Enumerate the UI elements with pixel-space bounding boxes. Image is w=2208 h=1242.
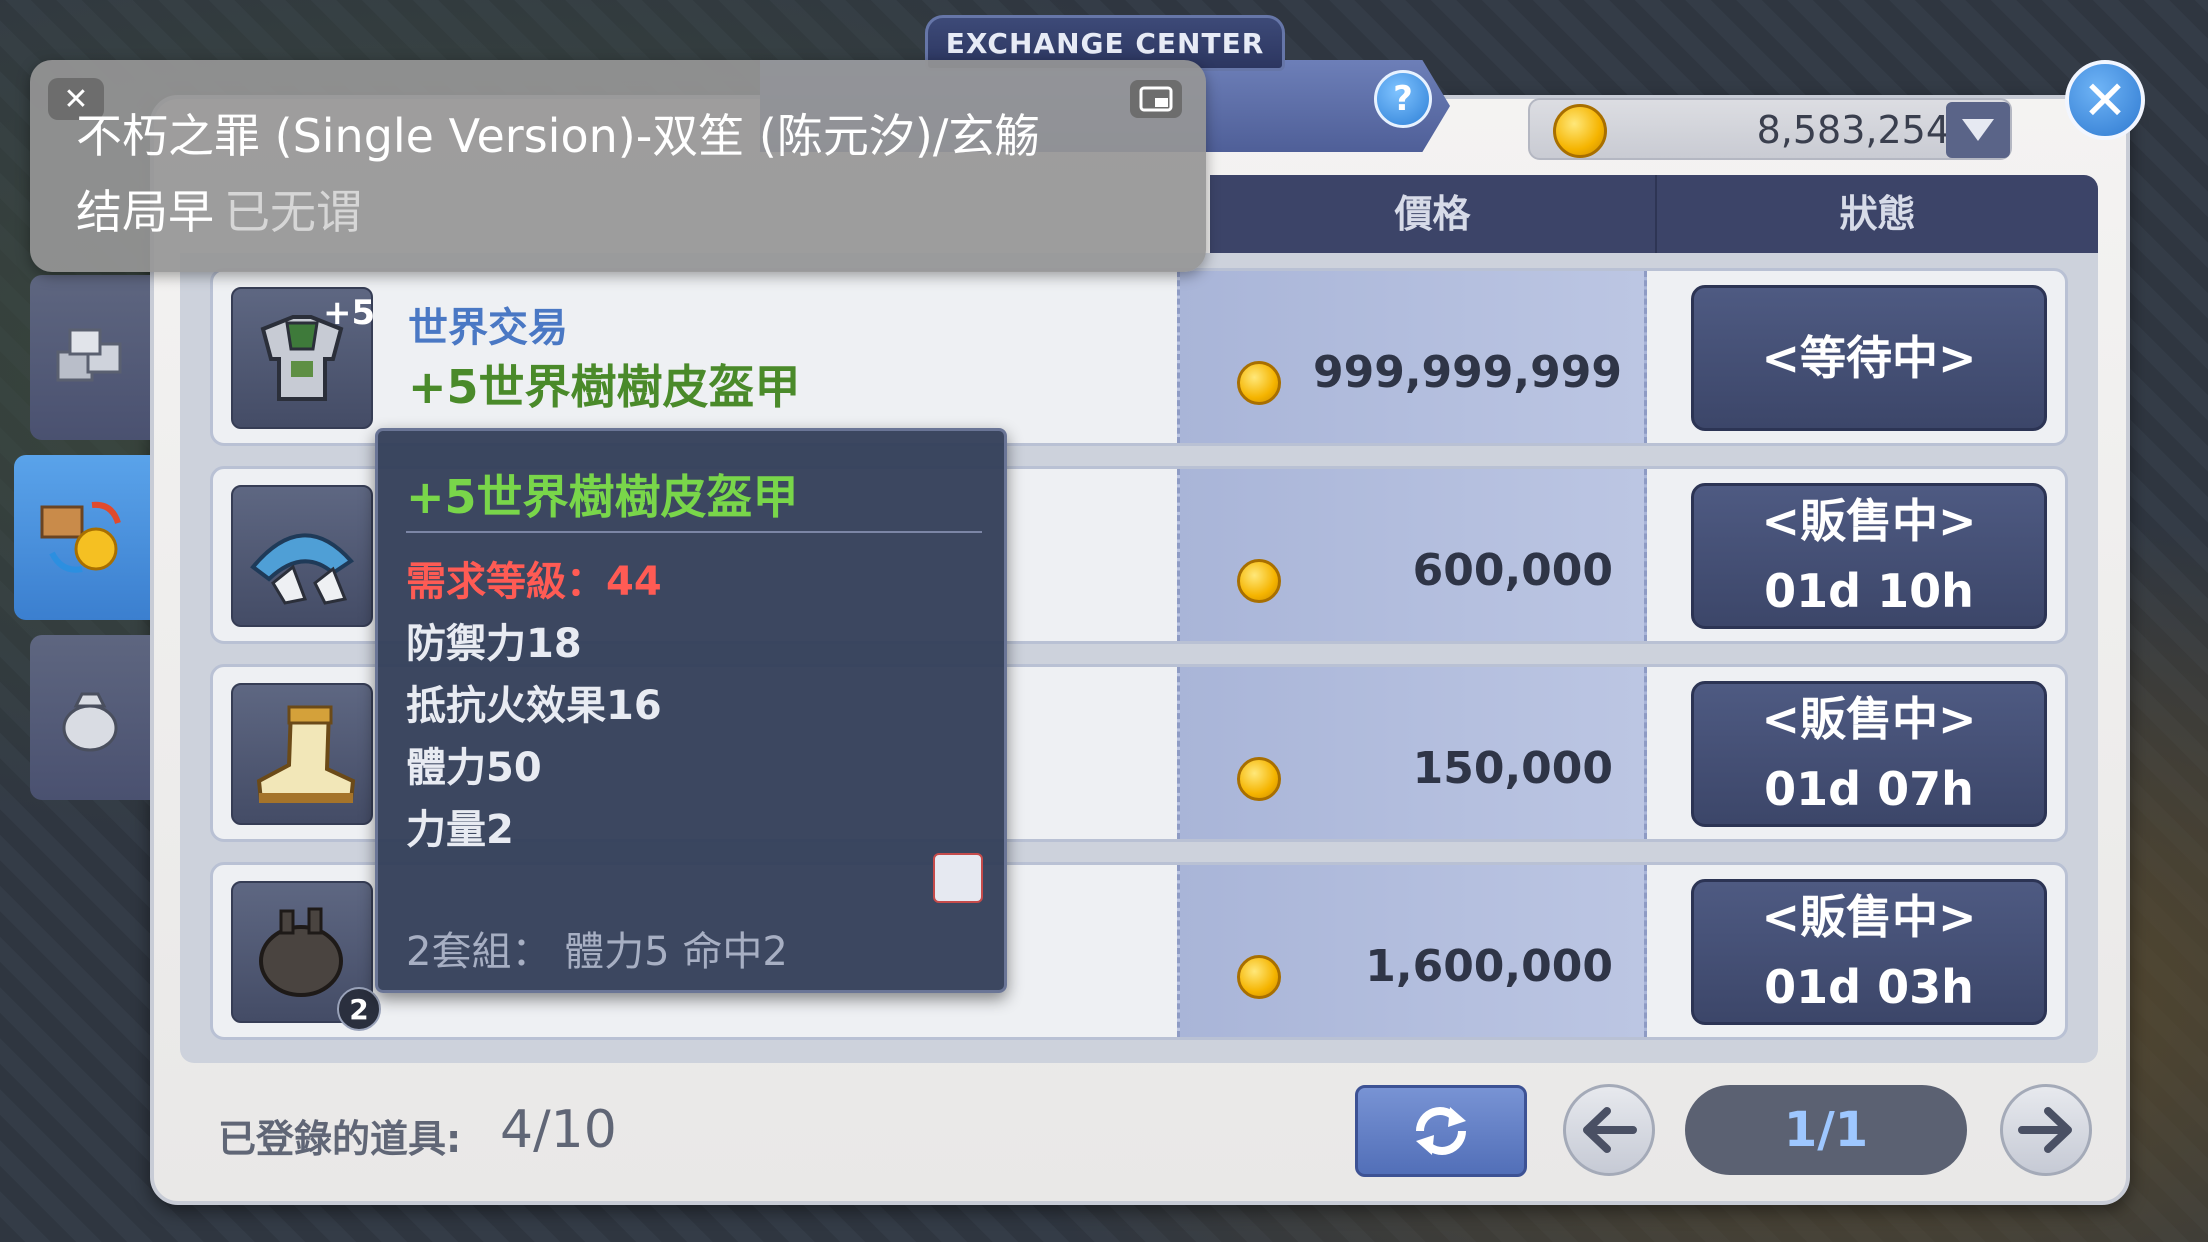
tooltip-item-name: +5世界樹樹皮盔甲 xyxy=(406,470,799,524)
status-button[interactable]: <販售中> 01d 10h xyxy=(1691,483,2047,629)
tab-pouch[interactable] xyxy=(30,635,150,800)
status-button[interactable]: <販售中> 01d 07h xyxy=(1691,681,2047,827)
exchange-icon xyxy=(40,501,121,573)
status-text: <等待中> xyxy=(1761,331,1977,385)
item-tooltip: +5世界樹樹皮盔甲 需求等級：44 防禦力18 抵抗火效果16 體力50 力量2… xyxy=(375,428,1007,993)
tooltip-stat: 防禦力18 xyxy=(406,621,582,667)
hat-icon xyxy=(250,533,355,605)
item-category: 世界交易 xyxy=(408,305,568,351)
item-price: 600,000 xyxy=(1412,545,1613,596)
picture-in-picture-button[interactable] xyxy=(1130,80,1182,118)
gold-coin-icon xyxy=(1237,559,1281,603)
registered-items-count: 4/10 xyxy=(500,1100,617,1160)
song-title: 不朽之罪 (Single Version)-双笙 (陈元汐)/玄觞 xyxy=(76,109,1041,163)
pouch-icon xyxy=(62,692,118,751)
status-time: 01d 07h xyxy=(1764,762,1974,816)
gold-coin-icon xyxy=(1553,104,1607,158)
tooltip-set-bonus: 2套組： 體力5 命中2 xyxy=(406,929,788,975)
refresh-icon xyxy=(1416,1107,1466,1155)
refresh-button[interactable] xyxy=(1355,1085,1527,1177)
boxes-icon xyxy=(56,328,122,381)
item-price: 150,000 xyxy=(1412,743,1613,794)
status-text: <販售中> xyxy=(1761,494,1977,548)
next-page-button[interactable] xyxy=(2000,1084,2092,1176)
tooltip-divider xyxy=(406,531,982,533)
close-button[interactable]: ✕ xyxy=(2065,60,2145,140)
pip-icon xyxy=(1139,86,1173,112)
tab-exchange[interactable] xyxy=(14,455,150,620)
status-button[interactable]: <販售中> 01d 03h xyxy=(1691,879,2047,1025)
item-count-badge: 2 xyxy=(337,987,381,1031)
lyric-current: 结局早 xyxy=(76,185,214,239)
item-name: +5世界樹樹皮盔甲 xyxy=(408,360,801,414)
item-slot[interactable] xyxy=(231,683,373,825)
item-price: 999,999,999 xyxy=(1313,347,1622,398)
status-time: 01d 10h xyxy=(1764,564,1974,618)
column-status: 狀態 xyxy=(1655,175,2098,253)
item-slot[interactable]: +5 xyxy=(231,287,376,429)
tooltip-stat: 抵抗火效果16 xyxy=(406,683,662,729)
tooltip-required-level: 需求等級：44 xyxy=(406,559,662,605)
previous-page-button[interactable] xyxy=(1563,1084,1655,1176)
column-price: 價格 xyxy=(1394,192,1471,236)
tooltip-stat: 體力50 xyxy=(406,745,542,791)
gem-icon xyxy=(933,853,983,903)
item-price: 1,600,000 xyxy=(1365,941,1613,992)
table-row[interactable]: +5 世界交易 +5世界樹樹皮盔甲 999,999,999 <等待中> xyxy=(210,268,2068,446)
item-slot[interactable]: 2 xyxy=(231,881,381,1031)
tab-storage[interactable] xyxy=(30,275,150,440)
status-text: <販售中> xyxy=(1761,692,1977,746)
gold-coin-icon xyxy=(1237,757,1281,801)
table-header: 價格 狀態 xyxy=(1210,175,2098,253)
gold-coin-icon xyxy=(1237,955,1281,999)
gold-coin-icon xyxy=(1237,361,1281,405)
status-text: <販售中> xyxy=(1761,890,1977,944)
page-indicator: 1/1 xyxy=(1685,1085,1967,1175)
arrow-right-icon xyxy=(2018,1107,2072,1153)
status-time: 01d 03h xyxy=(1764,960,1974,1014)
item-slot[interactable] xyxy=(231,485,373,627)
currency-dropdown-button[interactable] xyxy=(1946,102,2010,158)
tooltip-stat: 力量2 xyxy=(406,807,514,853)
registered-items-label: 已登錄的道具: xyxy=(218,1117,462,1161)
boot-icon xyxy=(256,705,356,803)
arrow-left-icon xyxy=(1583,1107,1637,1153)
currency-value: 8,583,254 xyxy=(1756,108,1950,152)
help-button[interactable]: ? xyxy=(1374,70,1432,128)
status-button[interactable]: <等待中> xyxy=(1691,285,2047,431)
enhance-badge: +5 xyxy=(323,293,376,333)
lyric-upcoming: 已无谓 xyxy=(224,185,362,239)
